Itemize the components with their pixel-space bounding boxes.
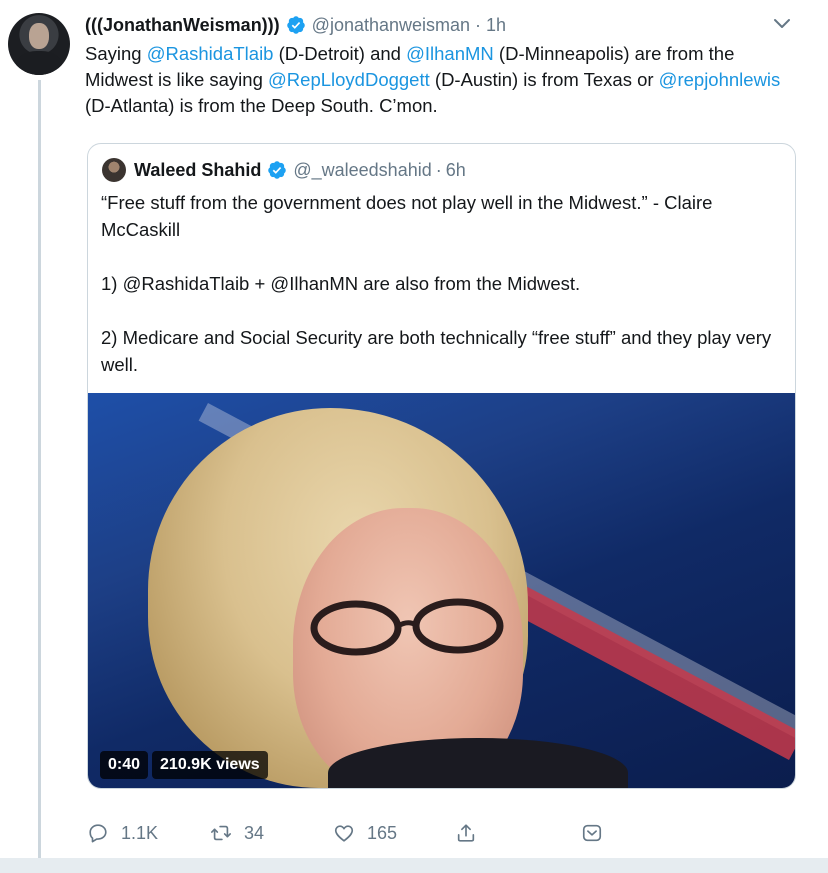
separator-dot: · xyxy=(435,159,442,180)
quoted-tweet-timestamp: 6h xyxy=(445,159,466,180)
video-info-badge: 0:40 210.9K views xyxy=(100,751,268,779)
like-button[interactable]: 165 xyxy=(333,819,397,847)
message-icon xyxy=(582,824,602,842)
retweet-button[interactable]: 34 xyxy=(210,819,264,847)
author-handle[interactable]: @jonathanweisman xyxy=(312,15,470,36)
quoted-author-handle: @_waleedshahid xyxy=(293,159,432,180)
thread-line xyxy=(38,80,41,860)
quoted-tweet-card[interactable]: Waleed Shahid @_waleedshahid · 6h “Free … xyxy=(87,143,796,789)
mention-link[interactable]: @repjohnlewis xyxy=(659,69,781,90)
reply-button[interactable]: 1.1K xyxy=(87,819,158,847)
video-player[interactable]: 0:40 210.9K views xyxy=(88,393,795,788)
share-icon xyxy=(457,824,475,842)
quoted-paragraph: 1) @RashidaTlaib + @IlhanMN are also fro… xyxy=(101,273,581,294)
mention-link[interactable]: @RepLloydDoggett xyxy=(268,69,430,90)
chevron-down-icon[interactable] xyxy=(772,16,792,32)
verified-badge-icon xyxy=(268,161,287,179)
quoted-author-avatar xyxy=(102,158,126,182)
share-button[interactable] xyxy=(455,819,489,847)
reply-count: 1.1K xyxy=(121,822,159,843)
timeline-divider xyxy=(0,858,828,873)
video-duration: 0:40 xyxy=(100,751,149,779)
separator-dot: · xyxy=(475,14,482,35)
reply-icon xyxy=(89,824,107,843)
message-button[interactable] xyxy=(581,819,615,847)
mention-link[interactable]: @RashidaTlaib xyxy=(147,43,274,64)
quoted-paragraph: “Free stuff from the government does not… xyxy=(101,192,713,240)
tweet-text: Saying @RashidaTlaib (D-Detroit) and @Il… xyxy=(85,43,781,116)
like-count: 165 xyxy=(367,822,398,843)
author-name[interactable]: (((JonathanWeisman))) xyxy=(85,15,280,36)
tweet-header: (((JonathanWeisman))) @jonathanweisman ·… xyxy=(85,12,506,38)
mention-link[interactable]: @IlhanMN xyxy=(406,43,494,64)
quoted-author-name: Waleed Shahid xyxy=(134,159,262,180)
like-icon xyxy=(334,825,354,842)
tweet-timestamp[interactable]: 1h xyxy=(486,15,506,36)
verified-badge-icon xyxy=(286,16,305,34)
quoted-paragraph: 2) Medicare and Social Security are both… xyxy=(101,327,772,375)
retweet-count: 34 xyxy=(244,822,265,843)
retweet-icon xyxy=(211,825,231,841)
quoted-tweet-text: “Free stuff from the government does not… xyxy=(101,189,781,405)
author-avatar[interactable] xyxy=(8,13,70,75)
video-views: 210.9K views xyxy=(152,751,268,779)
quoted-tweet-header: Waleed Shahid @_waleedshahid · 6h xyxy=(102,158,466,182)
video-thumbnail-detail xyxy=(310,598,504,656)
tweet-actions: 1.1K 34 165 xyxy=(87,819,617,847)
